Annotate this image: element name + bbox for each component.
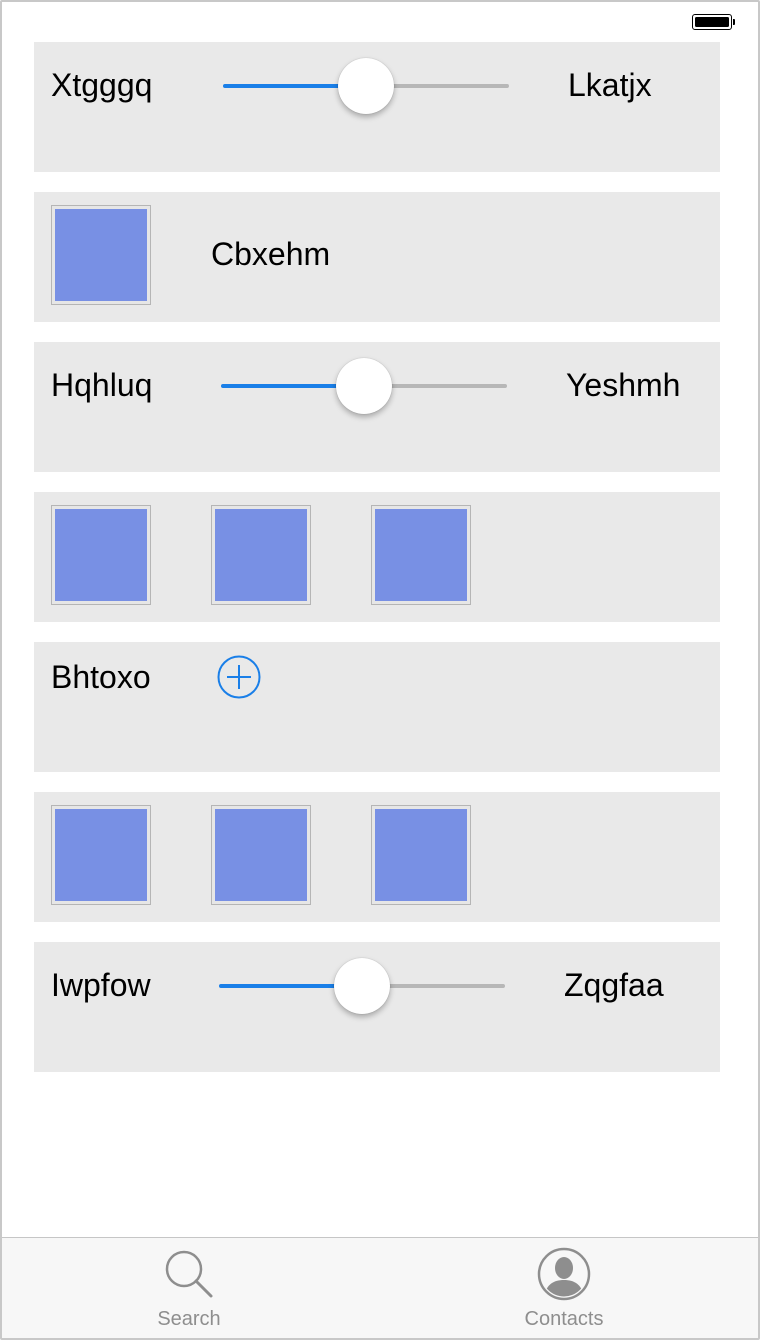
tab-bar: Search Contacts xyxy=(2,1237,758,1338)
color-swatch[interactable] xyxy=(51,805,151,905)
slider-max-label: Lkatjx xyxy=(568,67,652,103)
swatch-row xyxy=(34,792,720,922)
color-swatch[interactable] xyxy=(51,205,151,305)
plus-circle-icon[interactable] xyxy=(217,655,261,699)
slider-row: Xtgggq Lkatjx xyxy=(34,42,720,172)
slider-min-label: Iwpfow xyxy=(51,967,151,1003)
color-swatch[interactable] xyxy=(211,505,311,605)
color-swatch[interactable] xyxy=(371,505,471,605)
app-screen: Xtgggq Lkatjx Cbxehm Hqhluq Yeshmh Bhtox… xyxy=(0,0,760,1340)
contact-avatar-icon xyxy=(537,1247,591,1301)
tab-label: Search xyxy=(157,1308,221,1330)
label-button-row: Bhtoxo xyxy=(34,642,720,772)
slider-min-label: Hqhluq xyxy=(51,367,153,403)
slider-max-label: Yeshmh xyxy=(566,367,681,403)
slider-min-label: Xtgggq xyxy=(51,67,153,103)
slider[interactable] xyxy=(223,56,509,116)
search-icon xyxy=(165,1250,213,1298)
tab-search[interactable]: Search xyxy=(89,1238,289,1338)
battery-full-icon xyxy=(692,14,736,32)
color-swatch[interactable] xyxy=(371,805,471,905)
tab-label: Contacts xyxy=(524,1308,604,1330)
slider-thumb[interactable] xyxy=(334,958,390,1014)
slider-thumb[interactable] xyxy=(338,58,394,114)
slider-row: Hqhluq Yeshmh xyxy=(34,342,720,472)
swatch-row xyxy=(34,492,720,622)
slider[interactable] xyxy=(221,356,507,416)
swatch-label: Cbxehm xyxy=(211,236,331,272)
slider-max-label: Zqgfaa xyxy=(564,967,664,1003)
tab-contacts[interactable]: Contacts xyxy=(464,1238,664,1338)
swatch-label-row: Cbxehm xyxy=(34,192,720,322)
slider[interactable] xyxy=(219,956,505,1016)
color-swatch[interactable] xyxy=(211,805,311,905)
color-swatch[interactable] xyxy=(51,505,151,605)
row-label: Bhtoxo xyxy=(51,659,151,695)
slider-row: Iwpfow Zqgfaa xyxy=(34,942,720,1072)
slider-thumb[interactable] xyxy=(336,358,392,414)
